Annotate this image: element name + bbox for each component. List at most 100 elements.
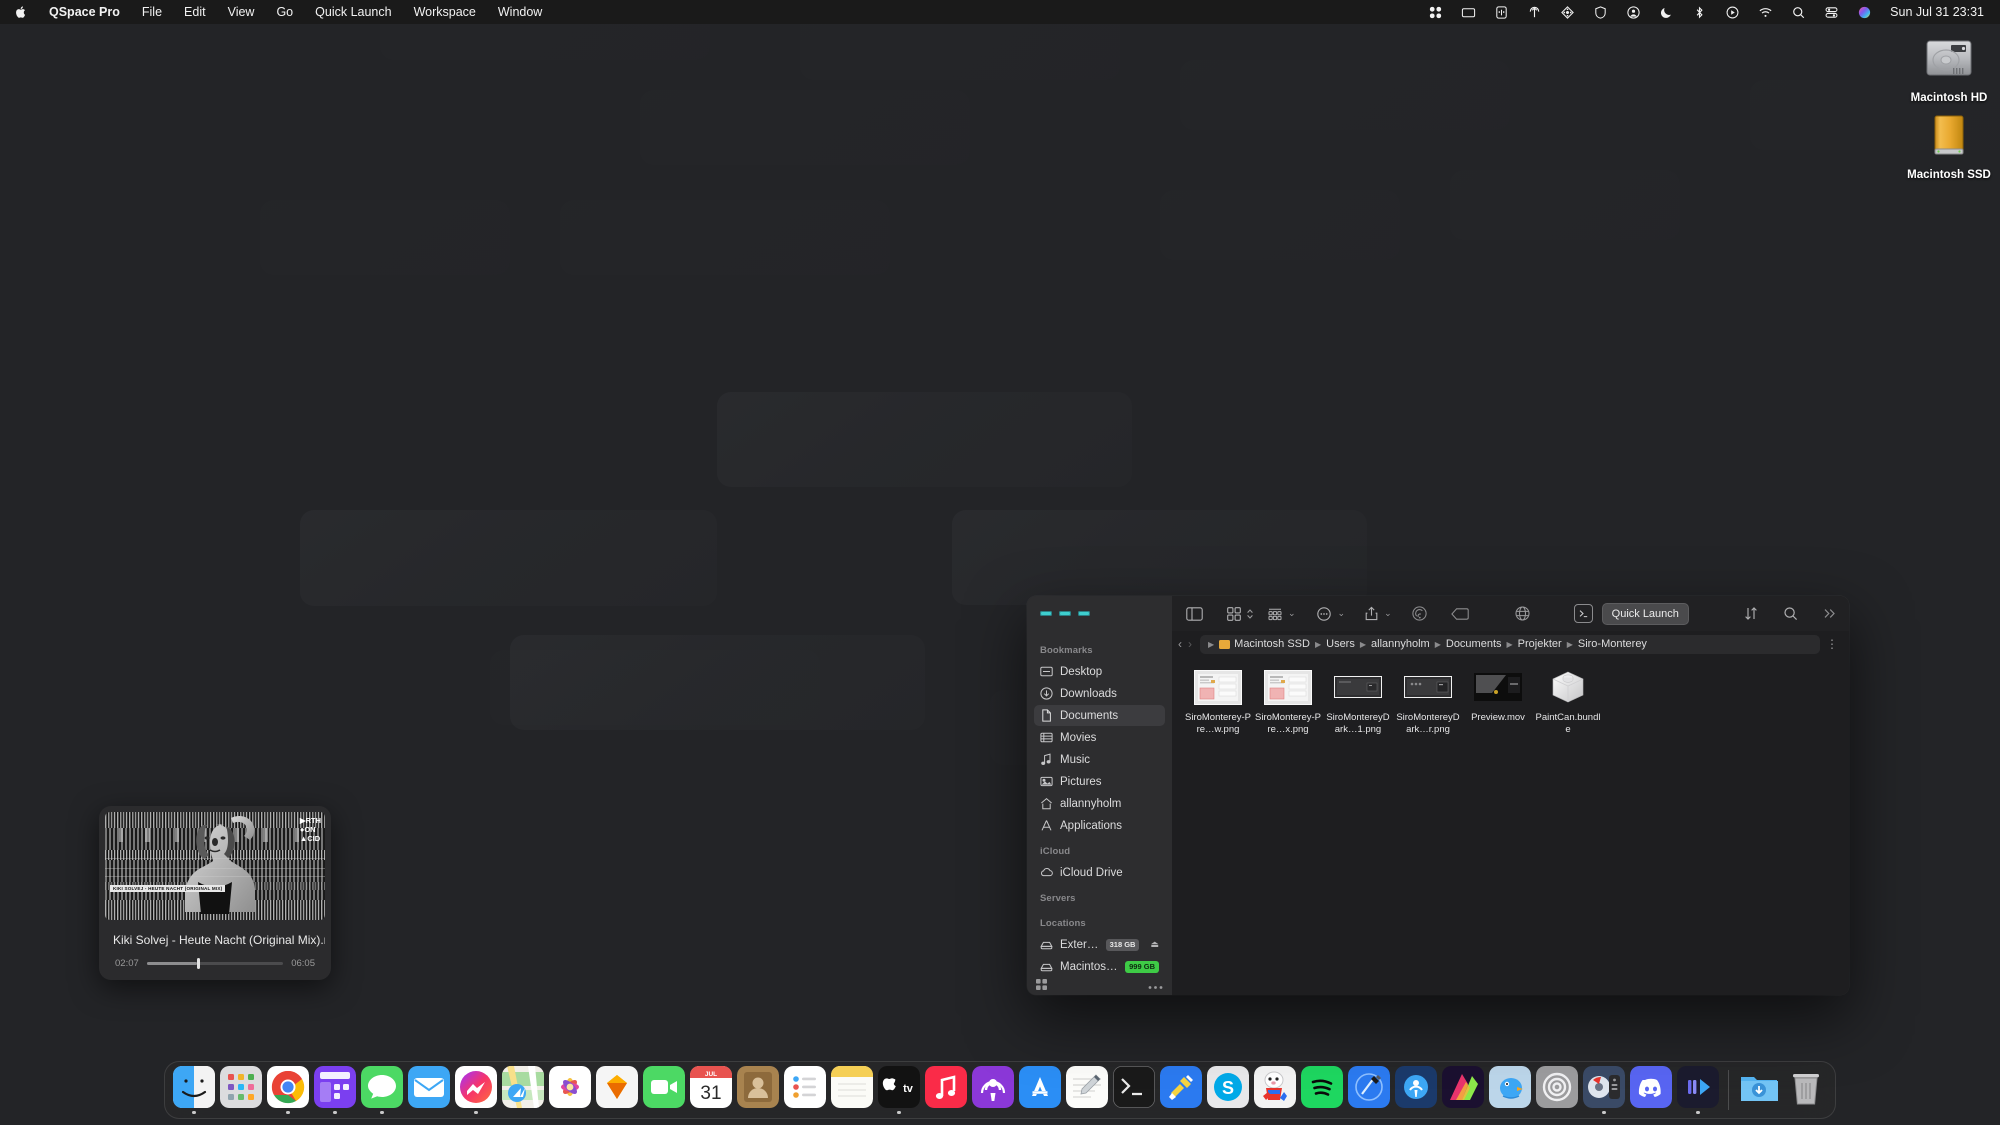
dock-item-mail[interactable] <box>407 1065 451 1115</box>
menu-item-qspace-pro[interactable]: QSpace Pro <box>38 0 131 24</box>
chevron-right-icon[interactable]: › <box>1188 637 1192 651</box>
shield-icon[interactable] <box>1584 5 1617 20</box>
group-by-icon[interactable] <box>1264 602 1286 626</box>
file-item[interactable]: Preview.mov <box>1464 667 1532 736</box>
menu-item-window[interactable]: Window <box>487 0 553 24</box>
media-player-widget[interactable]: ▶RTH ●ON ▲CID KIKI SOLVEJ - HEUTE NACHT (O… <box>99 806 331 980</box>
sidebar-item-movies[interactable]: Movies <box>1034 727 1165 748</box>
dock-item-podcasts[interactable] <box>971 1065 1015 1115</box>
dock-item-text-edit[interactable] <box>1065 1065 1109 1115</box>
breadcrumb-item-3[interactable]: Documents <box>1446 638 1502 650</box>
breadcrumb-item-2[interactable]: allannyholm <box>1371 638 1430 650</box>
zoom-button[interactable] <box>1078 611 1090 616</box>
dropbox-diamond-icon[interactable] <box>1551 5 1584 20</box>
qspace-pro-window[interactable]: ⌄ ⌄ ⌄ Quick Launch Bookmarks Desktop Dow… <box>1027 596 1849 995</box>
dock-item-pixelmator[interactable] <box>1441 1065 1485 1115</box>
umbrella-icon[interactable] <box>1518 5 1551 20</box>
menu-item-edit[interactable]: Edit <box>173 0 217 24</box>
view-grid-icon[interactable] <box>1223 602 1245 626</box>
chevron-down-icon[interactable]: ⌄ <box>1288 608 1296 619</box>
chevron-down-icon[interactable]: ⌄ <box>1384 608 1392 619</box>
dock-item-mario-game[interactable] <box>1253 1065 1297 1115</box>
file-item[interactable]: PaintCan.bundle <box>1534 667 1602 736</box>
menu-item-view[interactable]: View <box>217 0 266 24</box>
dock-item-downloads-folder[interactable] <box>1737 1066 1781 1115</box>
dock-item-xcode-tools[interactable] <box>1159 1065 1203 1115</box>
dock-item-xcode[interactable] <box>1347 1065 1391 1115</box>
sidebar-item-icloud-drive[interactable]: iCloud Drive <box>1034 862 1165 883</box>
siri-icon[interactable] <box>1848 5 1881 20</box>
dock-item-calendar[interactable]: JUL 31 <box>689 1065 733 1115</box>
desktop-icon-macintosh-ssd[interactable]: Macintosh SSD <box>1903 107 1995 183</box>
dock-item-launchpad[interactable] <box>219 1065 263 1115</box>
search-icon[interactable] <box>1782 5 1815 20</box>
sidebar-item-external-t[interactable]: External T… 318 GB ⏏ <box>1034 934 1165 955</box>
play-circle-icon[interactable] <box>1716 5 1749 20</box>
file-item[interactable]: SiroMonterey-Pre…x.png <box>1254 667 1322 736</box>
sidebar-toggle-icon[interactable] <box>1182 602 1207 626</box>
dock-item-airpods-app[interactable] <box>1394 1065 1438 1115</box>
more-actions-icon[interactable] <box>1312 602 1336 626</box>
quick-launch-button[interactable]: Quick Launch <box>1601 602 1689 625</box>
dock-item-contacts[interactable] <box>736 1065 780 1115</box>
kebab-menu-icon[interactable]: ⋮ <box>1826 637 1839 651</box>
dock-item-remote-disc[interactable] <box>1582 1065 1626 1115</box>
menu-item-workspace[interactable]: Workspace <box>403 0 487 24</box>
dock-item-maps[interactable] <box>501 1065 545 1115</box>
moon-do-not-disturb-icon[interactable] <box>1650 5 1683 20</box>
window-titlebar[interactable]: ⌄ ⌄ ⌄ Quick Launch <box>1027 596 1849 631</box>
dock-item-notes[interactable] <box>830 1065 874 1115</box>
dock-item-messages[interactable] <box>360 1065 404 1115</box>
breadcrumb-item-1[interactable]: Users <box>1326 638 1355 650</box>
more-dots-icon[interactable] <box>1148 977 1163 995</box>
desktop-icon-macintosh-hd[interactable]: Macintosh HD <box>1903 30 1995 106</box>
breadcrumb[interactable]: ▶ Macintosh SSD ▶ Users ▶ allannyholm ▶ … <box>1200 634 1820 654</box>
display-icon[interactable] <box>1452 5 1485 20</box>
dock-item-terminal[interactable] <box>1112 1065 1156 1115</box>
file-item[interactable]: SiroMontereyDark…r.png <box>1394 667 1462 736</box>
dock-item-system-preferences[interactable] <box>1535 1065 1579 1115</box>
dock-item-messenger[interactable] <box>454 1065 498 1115</box>
grid-view-icon[interactable] <box>1036 977 1047 995</box>
dock-item-spotify[interactable] <box>1300 1065 1344 1115</box>
dock-item-reminders[interactable] <box>783 1065 827 1115</box>
dock-item-tweetbot[interactable] <box>1488 1065 1532 1115</box>
dock-item-photos[interactable] <box>548 1065 592 1115</box>
breadcrumb-item-5[interactable]: Siro-Monterey <box>1578 638 1647 650</box>
sidebar-item-documents[interactable]: Documents <box>1034 705 1165 726</box>
control-center-icon[interactable] <box>1815 5 1848 20</box>
dock-item-facetime[interactable] <box>642 1065 686 1115</box>
chevron-double-right-icon[interactable] <box>1818 602 1841 626</box>
sidebar-item-desktop[interactable]: Desktop <box>1034 661 1165 682</box>
sort-arrows-icon[interactable] <box>1739 602 1763 626</box>
search-icon[interactable] <box>1779 602 1802 626</box>
menu-item-go[interactable]: Go <box>265 0 304 24</box>
minimize-button[interactable] <box>1059 611 1071 616</box>
breadcrumb-item-4[interactable]: Projekter <box>1518 638 1562 650</box>
close-button[interactable] <box>1040 611 1052 616</box>
file-grid[interactable]: SiroMonterey-Pre…w.png SiroMonterey-Pre…… <box>1172 657 1849 995</box>
dock-item-music[interactable] <box>924 1065 968 1115</box>
menu-item-file[interactable]: File <box>131 0 173 24</box>
chevron-left-icon[interactable]: ‹ <box>1178 637 1182 651</box>
file-item[interactable]: SiroMonterey-Pre…w.png <box>1184 667 1252 736</box>
sidebar-item-downloads[interactable]: Downloads <box>1034 683 1165 704</box>
dock-item-finder[interactable] <box>172 1065 216 1115</box>
dock-item-apple-tv[interactable]: tv <box>877 1065 921 1115</box>
menu-item-quick-launch[interactable]: Quick Launch <box>304 0 402 24</box>
player-seek-slider[interactable] <box>146 958 284 969</box>
bluetooth-icon[interactable] <box>1683 5 1716 20</box>
dock-item-chrome[interactable] <box>266 1065 310 1115</box>
airdrop-icon[interactable] <box>1408 602 1431 626</box>
eject-icon[interactable]: ⏏ <box>1150 939 1159 950</box>
cactus-icon[interactable] <box>1485 5 1518 20</box>
sidebar-scroll-area[interactable]: Bookmarks Desktop Downloads Documents Mo… <box>1027 636 1172 977</box>
user-circle-icon[interactable] <box>1617 5 1650 20</box>
player-seek-knob[interactable] <box>197 958 201 969</box>
sidebar-item-macintosh-hd[interactable]: Macintosh HD 999 GB <box>1034 956 1165 977</box>
breadcrumb-item-0[interactable]: Macintosh SSD <box>1234 638 1310 650</box>
wifi-icon[interactable] <box>1749 5 1782 20</box>
dock-item-qspace-pro[interactable] <box>313 1065 357 1115</box>
sidebar-item-applications[interactable]: Applications <box>1034 815 1165 836</box>
dock-item-discord[interactable] <box>1629 1065 1673 1115</box>
